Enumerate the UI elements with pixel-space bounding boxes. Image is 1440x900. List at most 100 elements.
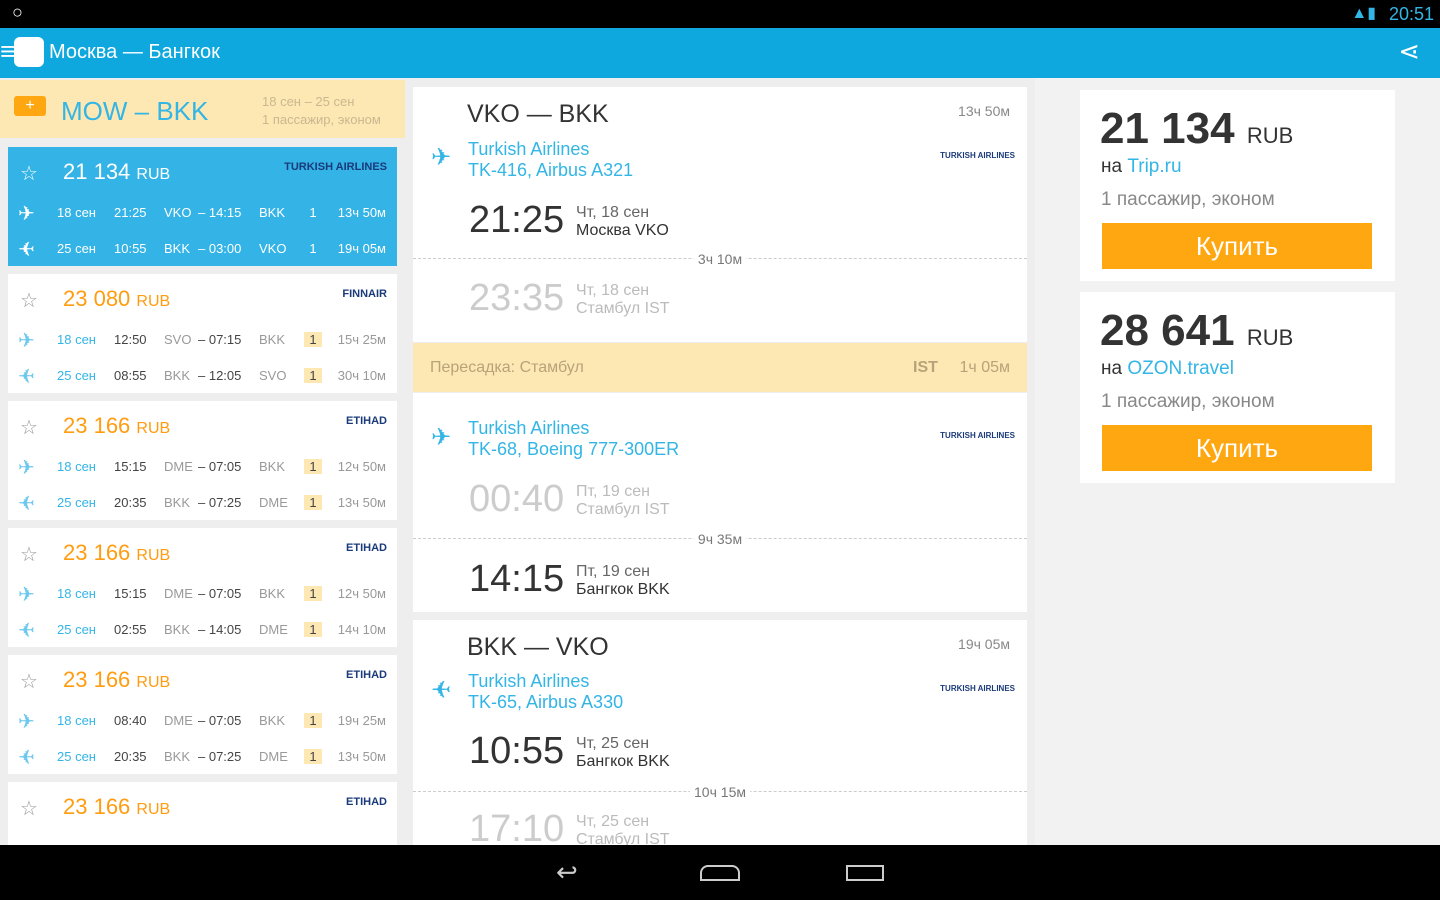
search-dates: 18 сен – 25 сен bbox=[262, 94, 355, 109]
arrival-place: Стамбул IST bbox=[576, 831, 670, 845]
result-price: 23 166 RUB bbox=[63, 667, 171, 692]
result-price: 21 134 RUB bbox=[63, 159, 171, 184]
star-icon[interactable]: ☆ bbox=[20, 669, 38, 694]
plane-depart-icon: ✈ bbox=[18, 584, 35, 606]
airline-logo: ETIHAD bbox=[346, 415, 387, 427]
segment-duration: 13ч 50м bbox=[337, 205, 386, 220]
segment-row: ✈ 25 сен 02:55 BKK – 14:05 DME 1 14ч 10м bbox=[8, 618, 397, 642]
offer-price: 28 641 RUB bbox=[1100, 306, 1294, 355]
segment-arr-airport: BKK bbox=[259, 586, 286, 601]
search-pax: 1 пассажир, эконом bbox=[262, 112, 381, 127]
segment-arr-airport: SVO bbox=[259, 368, 287, 383]
segment-arr-airport: BKK bbox=[259, 205, 286, 220]
segment-dep-time: 02:55 bbox=[114, 622, 147, 637]
airline-logo: ETIHAD bbox=[346, 542, 387, 554]
segment-arr-time: – 07:05 bbox=[198, 586, 242, 601]
star-icon[interactable]: ☆ bbox=[20, 161, 38, 186]
buy-button[interactable]: Купить bbox=[1102, 223, 1372, 269]
segment-row: ✈ 18 сен 15:15 DME – 07:05 BKK 1 12ч 50м bbox=[8, 582, 397, 606]
notification-icon: ○ bbox=[12, 2, 23, 22]
result-card[interactable]: ☆ 21 134 RUB TURKISH AIRLINES ✈ 18 сен 2… bbox=[8, 147, 397, 266]
plane-depart-icon: ✈ bbox=[18, 457, 35, 479]
segment-duration: 12ч 50м bbox=[337, 586, 386, 601]
home-icon[interactable] bbox=[700, 865, 740, 881]
airline-name: Turkish Airlines bbox=[468, 418, 590, 438]
star-icon[interactable]: ☆ bbox=[20, 415, 38, 440]
result-card[interactable]: ☆ 23 166 RUB ETIHAD ✈ 18 сен 15:15 DME –… bbox=[8, 528, 397, 647]
route-duration: 19ч 05м bbox=[958, 636, 1010, 652]
segment-dep-airport: BKK bbox=[164, 749, 191, 764]
segment-arr-airport: BKK bbox=[259, 713, 286, 728]
return-card: BKK — VKO 19ч 05м ✈ Turkish Airlines TK-6… bbox=[413, 620, 1027, 845]
result-card[interactable]: ☆ 23 166 RUB ETIHAD ✈ 18 сен 15:15 DME –… bbox=[8, 401, 397, 520]
segment-arr-airport: BKK bbox=[259, 459, 286, 474]
segment-row: ✈ 25 сен 10:55 BKK – 03:00 VKO 1 19ч 05м bbox=[8, 237, 397, 261]
segment-dep-time: 08:40 bbox=[114, 713, 147, 728]
star-icon[interactable]: ☆ bbox=[20, 796, 38, 821]
airline-logo: TURKISH AIRLINES bbox=[940, 684, 1015, 693]
result-card[interactable]: ☆ 23 080 RUB FINNAIR ✈ 18 сен 12:50 SVO … bbox=[8, 274, 397, 393]
star-icon[interactable]: ☆ bbox=[20, 542, 38, 567]
back-icon[interactable]: ↩ bbox=[556, 857, 578, 888]
segment-stops: 1 bbox=[309, 241, 317, 256]
flight-duration: 10ч 15м bbox=[690, 784, 750, 800]
clock: 20:51 bbox=[1388, 4, 1434, 24]
segment-dep-airport: BKK bbox=[164, 622, 191, 637]
segment-arr-airport: BKK bbox=[259, 332, 286, 347]
segment-date: 18 сен bbox=[57, 332, 96, 347]
segment-arr-time: – 07:15 bbox=[198, 332, 242, 347]
results-list: + MOW – BKK 18 сен – 25 сен 1 пассажир, … bbox=[0, 78, 405, 845]
plane-depart-icon: ✈ bbox=[18, 203, 35, 225]
airline-logo: TURKISH AIRLINES bbox=[940, 431, 1015, 440]
offer-price: 21 134 RUB bbox=[1100, 104, 1294, 153]
segment-arr-time: – 14:05 bbox=[198, 622, 242, 637]
segment-stops: 1 bbox=[304, 368, 322, 383]
segment-arr-time: – 07:05 bbox=[198, 713, 242, 728]
buy-button[interactable]: Купить bbox=[1102, 425, 1372, 471]
arrival-place: Бангкок BKK bbox=[576, 581, 670, 598]
plane-return-icon: ✈ bbox=[431, 677, 452, 704]
app-bar: ≡ Москва — Бангкок ⋖ bbox=[0, 28, 1440, 78]
plane-return-icon: ✈ bbox=[18, 239, 35, 261]
offer-site-link[interactable]: OZON.travel bbox=[1127, 358, 1234, 379]
wifi-battery-icon: ▲▮ bbox=[1351, 5, 1376, 22]
outbound-card: VKO — BKK 13ч 50м ✈ Turkish Airlines TK-4… bbox=[413, 87, 1027, 342]
tag-add-icon: + bbox=[14, 96, 46, 116]
app-logo[interactable] bbox=[14, 37, 44, 67]
page-title: Москва — Бангкок bbox=[49, 41, 220, 63]
offer-site-link[interactable]: Trip.ru bbox=[1127, 156, 1181, 177]
departure-place: Москва VKO bbox=[576, 222, 669, 239]
segment-arr-airport: DME bbox=[259, 749, 288, 764]
segment-dep-airport: DME bbox=[164, 713, 193, 728]
segment-dep-time: 21:25 bbox=[114, 205, 147, 220]
share-icon[interactable]: ⋖ bbox=[1398, 36, 1420, 67]
segment-dep-time: 15:15 bbox=[114, 459, 147, 474]
segment-date: 25 сен bbox=[57, 749, 96, 764]
result-card[interactable]: ☆ 23 166 RUB ETIHAD ✈ 18 сен 08:40 DME –… bbox=[8, 655, 397, 774]
menu-icon[interactable]: ≡ bbox=[0, 36, 15, 67]
recents-icon[interactable] bbox=[846, 865, 884, 881]
segment-dep-airport: BKK bbox=[164, 368, 191, 383]
segment-date: 18 сен bbox=[57, 459, 96, 474]
segment-date: 18 сен bbox=[57, 205, 96, 220]
segment-dep-time: 15:15 bbox=[114, 586, 147, 601]
airline-logo: FINNAIR bbox=[342, 288, 387, 300]
departure-time: 21:25 bbox=[469, 199, 565, 241]
result-price: 23 166 RUB bbox=[63, 540, 171, 565]
segment-stops: 1 bbox=[304, 749, 322, 764]
search-summary[interactable]: + MOW – BKK 18 сен – 25 сен 1 пассажир, … bbox=[0, 80, 405, 138]
plane-return-icon: ✈ bbox=[18, 493, 35, 515]
transfer-label: Пересадка: Стамбул bbox=[430, 359, 584, 376]
segment-duration: 14ч 10м bbox=[337, 622, 386, 637]
segment-stops: 1 bbox=[304, 586, 322, 601]
segment-dep-time: 12:50 bbox=[114, 332, 147, 347]
offer-card: 28 641 RUB на OZON.travel 1 пассажир, эк… bbox=[1080, 292, 1395, 483]
segment-date: 18 сен bbox=[57, 713, 96, 728]
segment-arr-time: – 07:25 bbox=[198, 749, 242, 764]
star-icon[interactable]: ☆ bbox=[20, 288, 38, 313]
segment-row: ✈ 18 сен 12:50 SVO – 07:15 BKK 1 15ч 25м bbox=[8, 328, 397, 352]
plane-return-icon: ✈ bbox=[18, 747, 35, 769]
departure-date: Чт, 25 сен bbox=[576, 735, 650, 752]
segment-row: ✈ 25 сен 08:55 BKK – 12:05 SVO 1 30ч 10м bbox=[8, 364, 397, 388]
result-card[interactable]: ☆ 23 166 RUB ETIHAD bbox=[8, 782, 397, 845]
